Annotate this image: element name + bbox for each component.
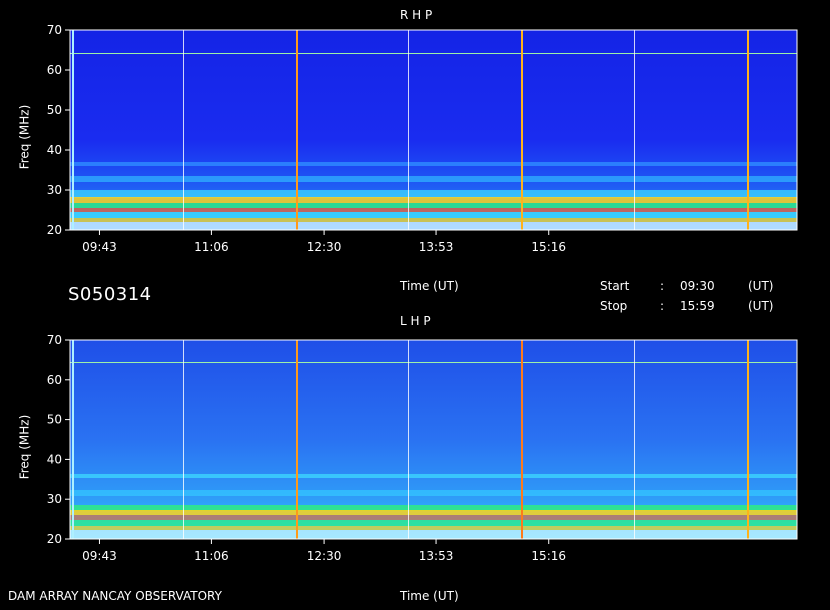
rhp-xtick-label: 12:30 [307, 240, 342, 254]
lhp-ylabel: Freq (MHz) [17, 414, 32, 480]
rhp-ytick-label: 20 [47, 223, 62, 237]
lhp-xtick-label: 09:43 [82, 549, 117, 563]
rhp-ytick-label: 30 [47, 183, 62, 197]
time-axis-label-top: Time (UT) [400, 279, 459, 293]
rhp-plot-area [69, 29, 798, 231]
stop-time: 15:59 [680, 299, 715, 313]
instrument-label: DAM ARRAY NANCAY OBSERVATORY [8, 589, 222, 603]
time-axis-label-bottom: Time (UT) [400, 589, 459, 603]
start-ut: (UT) [748, 279, 774, 293]
rhp-xtick-label: 11:06 [194, 240, 229, 254]
rhp-xtick-label: 13:53 [419, 240, 454, 254]
rhp-ytick-label: 50 [47, 103, 62, 117]
lhp-ytick-label: 50 [47, 413, 62, 427]
rhp-xtick-label: 15:16 [531, 240, 566, 254]
stop-separator: : [660, 299, 665, 313]
lhp-xtick-label: 13:53 [419, 549, 454, 563]
rhp-xtick-label: 09:43 [82, 240, 117, 254]
rhp-ylabel: Freq (MHz) [17, 104, 32, 170]
lhp-ytick-label: 40 [47, 452, 62, 466]
lhp-ytick-label: 30 [47, 492, 62, 506]
rhp-ytick-label: 60 [47, 63, 62, 77]
stop-label: Stop [600, 299, 628, 313]
rhp-ytick-label: 70 [47, 23, 62, 37]
lhp-ytick-label: 60 [47, 373, 62, 387]
lhp-ytick-label: 20 [47, 532, 62, 546]
lhp-xtick-label: 15:16 [531, 549, 566, 563]
start-separator: : [660, 279, 665, 293]
stop-ut: (UT) [748, 299, 774, 313]
lhp-xtick-label: 12:30 [307, 549, 342, 563]
observation-id: S050314 [68, 284, 152, 305]
rhp-title: R H P [400, 8, 433, 22]
lhp-ytick-label: 70 [47, 333, 62, 347]
rhp-ytick-label: 40 [47, 143, 62, 157]
lhp-title: L H P [400, 314, 431, 328]
lhp-xtick-label: 11:06 [194, 549, 229, 563]
lhp-plot-area [69, 339, 798, 540]
start-time: 09:30 [680, 279, 715, 293]
start-label: Start [600, 279, 630, 293]
